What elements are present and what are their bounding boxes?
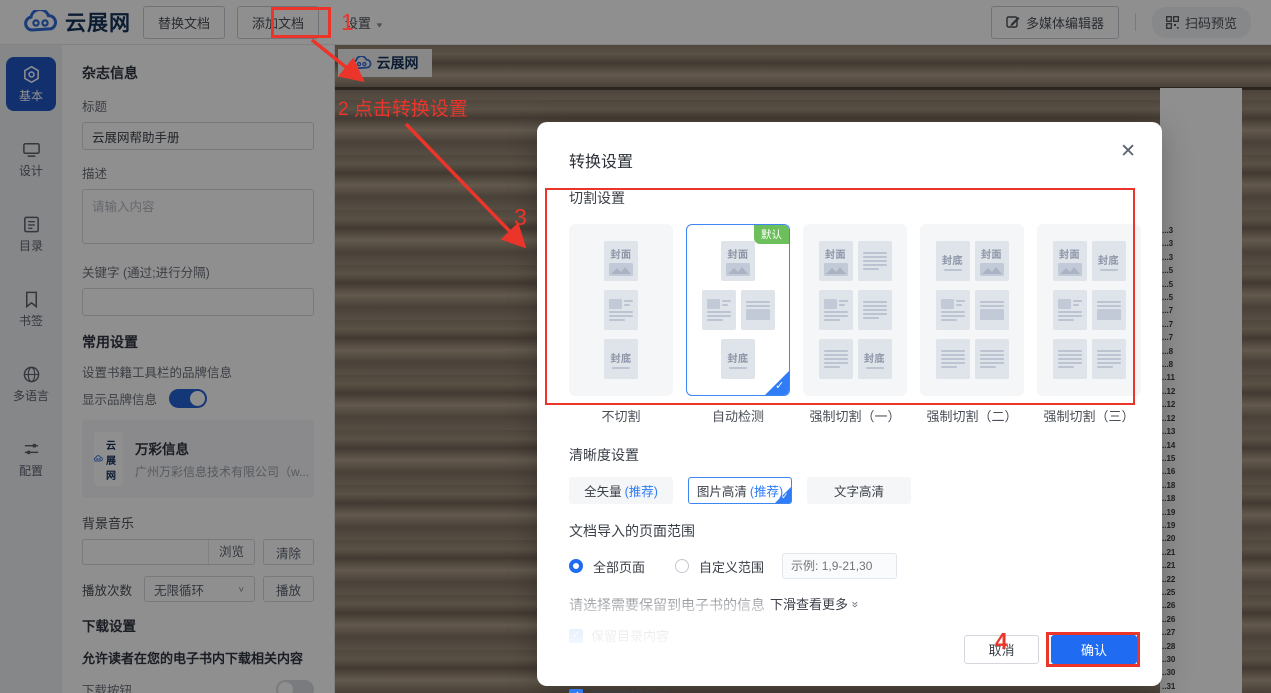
all-pages-radio[interactable] — [569, 559, 583, 573]
clarity-label: 图片高清 — [696, 485, 747, 499]
annotation-step-3: 3 — [514, 204, 527, 230]
cut-option-label: 强制切割（一） — [809, 409, 901, 424]
clarity-label: 文字高清 — [833, 485, 884, 499]
clarity-section-title: 清晰度设置 — [569, 447, 639, 463]
cut-option-label: 不切割 — [601, 409, 641, 424]
clarity-option-文字高清[interactable]: 文字高清 — [807, 477, 911, 504]
modal-title: 转换设置 — [569, 154, 634, 171]
selected-check-icon: ✓ — [774, 486, 791, 503]
custom-range-label: 自定义范围 — [699, 559, 765, 575]
keep-option-label: 保留链接信息 — [591, 686, 669, 693]
keep-option-row: ✓ 保留链接信息 — [569, 686, 1130, 693]
close-icon[interactable]: ✕ — [1120, 142, 1136, 161]
double-chevron-down-icon: » — [848, 601, 863, 608]
annotation-box-cut-options — [545, 188, 1135, 405]
recommended-tag: (推荐) — [624, 485, 658, 499]
clarity-options-group: 全矢量 (推荐) 图片高清 (推荐) ✓ 文字高清 — [569, 477, 1130, 504]
cut-option-label: 自动检测 — [711, 409, 764, 424]
annotation-box-confirm — [1046, 632, 1140, 667]
clarity-label: 全矢量 — [584, 485, 622, 499]
cut-option-label: 强制切割（三） — [1043, 409, 1135, 424]
clarity-option-全矢量[interactable]: 全矢量 (推荐) — [569, 477, 673, 504]
cut-option-label: 强制切割（二） — [926, 409, 1018, 424]
annotation-step-2: 2 点击转换设置 — [338, 99, 468, 120]
range-section-title: 文档导入的页面范围 — [569, 523, 695, 539]
app-root: 云展网 替换文档 添加文档 设置 ▼ 多媒体编辑器 扫码预览 云展网 ...3 … — [0, 0, 1271, 693]
custom-range-radio[interactable] — [675, 559, 690, 573]
annotation-step-1: 1 — [341, 9, 354, 35]
clarity-option-图片高清[interactable]: 图片高清 (推荐) ✓ — [688, 477, 792, 504]
annotation-box-settings — [271, 7, 331, 38]
all-pages-label: 全部页面 — [593, 559, 646, 575]
see-more-link[interactable]: 下滑查看更多 » — [770, 594, 862, 613]
checkbox-checked-icon[interactable]: ✓ — [569, 688, 583, 693]
annotation-step-4: 4 — [995, 628, 1008, 654]
see-more-label: 下滑查看更多 — [770, 597, 849, 612]
